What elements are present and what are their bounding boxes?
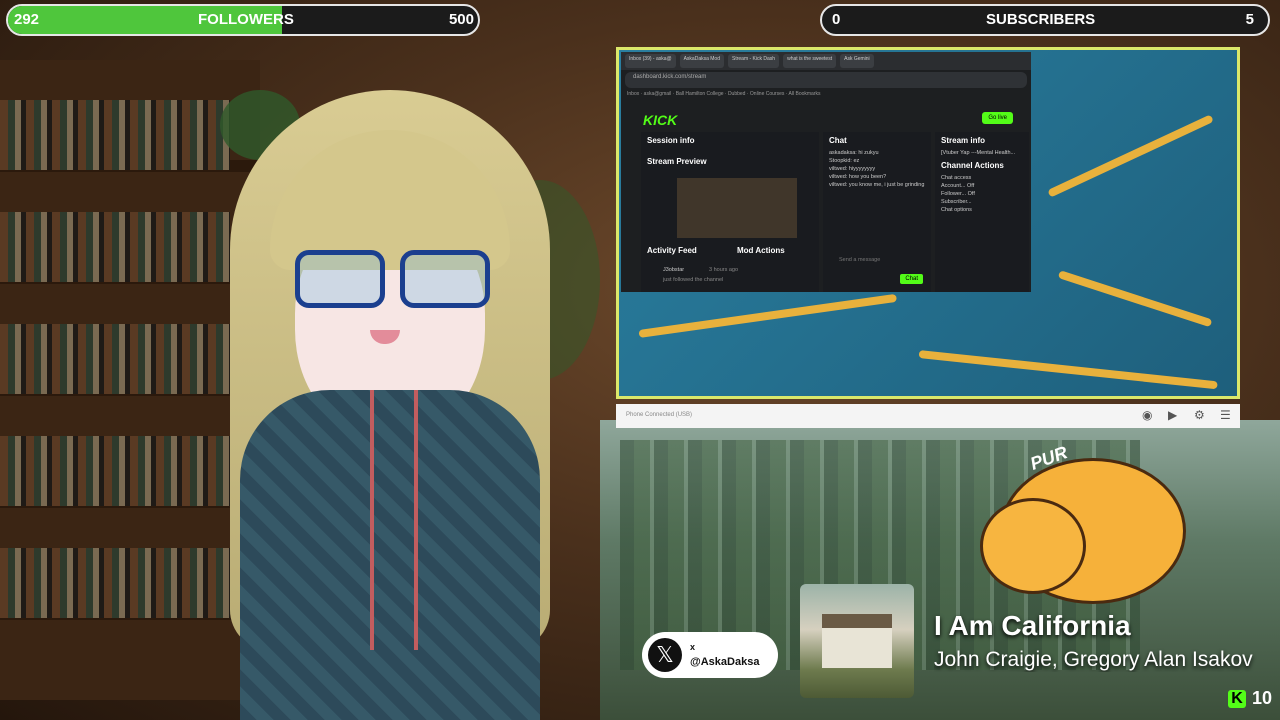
session-info-title[interactable]: Session info <box>641 132 819 149</box>
song-artist: John Craigie, Gregory Alan Isakov <box>934 648 1253 671</box>
viewer-count: 10 <box>1251 688 1272 708</box>
followers-only-setting[interactable]: Follower... Off <box>935 190 1029 198</box>
kick-logo[interactable]: KICK <box>643 112 677 128</box>
browser-window[interactable]: Inbox (39) - aska@ AskaDaksa Mod Stream … <box>621 52 1031 292</box>
social-badge: 𝕏 x @AskaDaksa <box>642 632 778 678</box>
chat-options-label[interactable]: Chat options <box>935 206 1029 214</box>
branch <box>1057 270 1213 328</box>
subscribers-goal-bar: 0 SUBSCRIBERS 5 <box>820 4 1270 36</box>
mod-actions-title[interactable]: Mod Actions <box>731 242 823 259</box>
stream-preview-title: Stream Preview <box>647 157 707 166</box>
avatar-glasses-right <box>400 250 490 308</box>
social-platform: x <box>690 642 696 652</box>
chat-message: viltwed: you know me, i just be grinding <box>829 182 925 188</box>
book-row <box>0 324 230 394</box>
book-row <box>0 212 230 282</box>
chat-message: viltwed: how you been? <box>829 174 887 180</box>
browser-tabs: Inbox (39) - aska@ AskaDaksa Mod Stream … <box>621 52 1031 70</box>
stream-preview-thumbnail <box>677 178 797 238</box>
album-house <box>822 614 892 668</box>
browser-tab[interactable]: AskaDaksa Mod <box>679 54 724 68</box>
branch <box>1047 114 1214 198</box>
browser-tab[interactable]: what is the sweetest <box>783 54 837 68</box>
vtuber-avatar <box>200 90 580 720</box>
menu-icon[interactable]: ☰ <box>1220 408 1231 422</box>
screen-capture-frame: Inbox (39) - aska@ AskaDaksa Mod Stream … <box>616 47 1240 399</box>
x-logo-icon: 𝕏 <box>648 638 682 672</box>
browser-tab[interactable]: Stream - Kick Dash <box>728 54 780 68</box>
chat-panel: Chat askadaksa: hi zukyu Stoopkid: ez vi… <box>823 132 931 292</box>
bookmarks-bar[interactable]: Inbox · aska@gmail · Ball Hamilton Colle… <box>621 90 1031 102</box>
chat-title: Chat <box>829 136 847 145</box>
camera-icon[interactable]: ◉ <box>1142 408 1152 422</box>
subscribers-only-toggle[interactable]: Subscriber... <box>935 198 1029 206</box>
followers-goal-bar: 292 FOLLOWERS 500 <box>6 4 480 36</box>
camera-control-bar: Phone Connected (USB) ◉ ▶ ⚙ ☰ <box>616 404 1240 428</box>
kick-viewer-count: K 10 <box>1227 688 1272 709</box>
subscribers-label: SUBSCRIBERS <box>986 11 1096 28</box>
stream-info-title[interactable]: Stream info <box>935 132 1029 149</box>
stream-title-text: [Vtuber Yap ---Mental Health... <box>941 150 1016 156</box>
account-age-label: Account... <box>941 183 966 189</box>
cat-head <box>980 498 1086 594</box>
avatar-ribbon <box>370 390 418 650</box>
go-live-button[interactable]: Go live <box>982 112 1013 124</box>
stream-info-panel: Stream info [Vtuber Yap ---Mental Health… <box>935 132 1029 292</box>
chat-send-button[interactable]: Chat <box>900 274 923 284</box>
sleeping-cat-illustration: PUR <box>980 442 1186 608</box>
account-age-value: Off <box>967 183 975 189</box>
chat-access-label: Chat access <box>941 175 972 181</box>
subscribers-current: 0 <box>832 11 841 28</box>
social-handle: @AskaDaksa <box>690 656 760 668</box>
album-art <box>800 584 914 698</box>
chat-message: Stoopkid: ez <box>829 158 860 164</box>
avatar-glasses-left <box>295 250 385 308</box>
video-icon[interactable]: ▶ <box>1168 408 1177 422</box>
followers-label: FOLLOWERS <box>198 11 294 28</box>
followers-only-label: Follower... <box>941 191 967 197</box>
kick-icon: K <box>1227 689 1246 708</box>
branch <box>638 293 898 338</box>
phone-connection-status: Phone Connected (USB) <box>626 412 693 418</box>
chat-input[interactable]: Send a message <box>833 256 886 264</box>
chat-message: viltwed: hiyyyyyyyy <box>829 166 876 172</box>
account-age-setting[interactable]: Account... Off <box>935 182 1029 190</box>
branch <box>918 350 1218 390</box>
channel-actions-title: Channel Actions <box>941 161 1004 170</box>
session-panel: Session info Stream Preview Activity Fee… <box>641 132 819 292</box>
chat-message: askadaksa: hi zukyu <box>829 150 879 156</box>
followers-goal: 500 <box>448 11 474 28</box>
subscribers-goal: 5 <box>1245 11 1254 28</box>
book-row <box>0 436 230 506</box>
address-bar[interactable]: dashboard.kick.com/stream <box>625 72 1027 88</box>
activity-feed-title[interactable]: Activity Feed <box>641 242 733 259</box>
followers-only-value: Off <box>967 191 975 197</box>
followers-current: 292 <box>14 11 40 28</box>
book-row <box>0 100 230 170</box>
gear-icon[interactable]: ⚙ <box>1194 408 1205 422</box>
book-row <box>0 548 230 618</box>
activity-user: J3obstar <box>663 267 685 273</box>
browser-tab[interactable]: Ask Gemini <box>840 54 874 68</box>
activity-text: just followed the channel <box>663 277 724 283</box>
activity-time: 3 hours ago <box>709 267 739 273</box>
browser-tab[interactable]: Inbox (39) - aska@ <box>625 54 676 68</box>
song-title: I Am California <box>934 610 1131 641</box>
